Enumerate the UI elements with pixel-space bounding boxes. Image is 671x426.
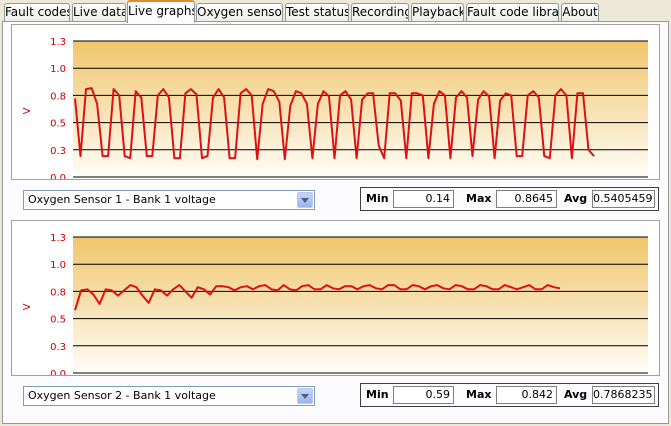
chevron-down-icon[interactable]	[297, 388, 313, 404]
y-tick-label: 0.3	[50, 146, 66, 157]
min-label: Min	[366, 192, 389, 205]
live-graphs-page: 0.0 0.3 0.5 0.8 1.0 1.3 V Oxygen Sensor 1 - Ba…	[2, 21, 669, 424]
sensor-2-stats: Min 0.59 Max 0.842 Avg 0.7868235	[360, 383, 659, 407]
max-value: 0.8645	[496, 190, 557, 208]
sensor-graph-1-svg: 0.0 0.3 0.5 0.8 1.0 1.3 V	[22, 37, 648, 179]
max-value: 0.842	[496, 386, 557, 404]
tab-fault-codes[interactable]: Fault codes	[4, 3, 70, 22]
sensor-select-2-value: Oxygen Sensor 2 - Bank 1 voltage	[28, 389, 216, 402]
sensor-select-2[interactable]: Oxygen Sensor 2 - Bank 1 voltage	[23, 386, 315, 406]
y-tick-label: 1.3	[50, 233, 66, 244]
sensor-graph-2-svg: 0.0 0.3 0.5 0.8 1.0 1.3 V	[22, 233, 648, 375]
tab-live-data[interactable]: Live data	[72, 3, 126, 22]
sensor-graph-2: 0.0 0.3 0.5 0.8 1.0 1.3 V	[11, 220, 660, 376]
avg-label: Avg	[564, 192, 588, 205]
sensor-select-1[interactable]: Oxygen Sensor 1 - Bank 1 voltage	[23, 190, 315, 210]
sensor-graph-1-controls: Oxygen Sensor 1 - Bank 1 voltage Min 0.1…	[11, 186, 660, 212]
tab-playback[interactable]: Playback	[411, 3, 464, 22]
plot-area	[73, 237, 648, 373]
y-tick-label: 1.0	[50, 64, 66, 75]
sensor-graph-2-controls: Oxygen Sensor 2 - Bank 1 voltage Min 0.5…	[11, 382, 660, 408]
y-tick-label: 1.0	[50, 260, 66, 271]
avg-value: 0.7868235	[592, 386, 655, 404]
y-axis-label: V	[22, 303, 33, 310]
y-tick-label: 0.8	[50, 91, 66, 102]
avg-value: 0.5405459	[592, 190, 655, 208]
y-tick-label: 1.3	[50, 37, 66, 48]
y-tick-label: 0.5	[50, 119, 66, 130]
sensor-select-1-value: Oxygen Sensor 1 - Bank 1 voltage	[28, 193, 216, 206]
min-value: 0.59	[393, 386, 454, 404]
sensor-1-stats: Min 0.14 Max 0.8645 Avg 0.5405459	[360, 187, 659, 211]
tab-about[interactable]: About	[561, 3, 599, 22]
tab-oxygen-sensors[interactable]: Oxygen sensors	[196, 3, 283, 22]
y-tick-label: 0.0	[50, 369, 66, 375]
avg-label: Avg	[564, 388, 588, 401]
tab-live-graphs[interactable]: Live graphs	[127, 0, 195, 23]
tab-strip: Fault codes Live data Live graphs Oxygen…	[0, 0, 671, 23]
min-label: Min	[366, 388, 389, 401]
y-tick-label: 0.5	[50, 315, 66, 326]
y-tick-label: 0.8	[50, 287, 66, 298]
tab-recording[interactable]: Recording	[351, 3, 409, 22]
y-axis-label: V	[22, 107, 33, 114]
max-label: Max	[466, 192, 492, 205]
sensor-graph-1: 0.0 0.3 0.5 0.8 1.0 1.3 V	[11, 24, 660, 180]
y-tick-label: 0.0	[50, 173, 66, 179]
max-label: Max	[466, 388, 492, 401]
y-tick-label: 0.3	[50, 342, 66, 353]
chevron-down-icon[interactable]	[297, 192, 313, 208]
tab-fault-code-library[interactable]: Fault code library	[466, 3, 559, 22]
min-value: 0.14	[393, 190, 454, 208]
tab-test-status[interactable]: Test status	[285, 3, 349, 22]
